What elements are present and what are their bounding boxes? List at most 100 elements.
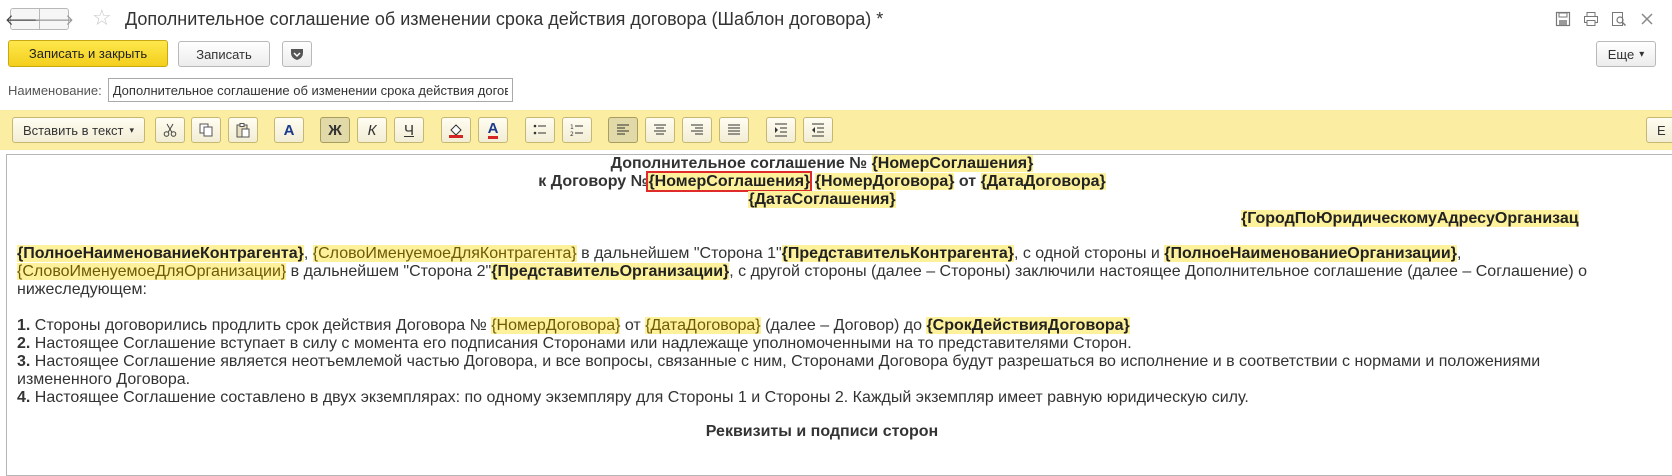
- more-button[interactable]: Еще ▾: [1596, 41, 1656, 67]
- item-1-text-3: (далее – Договор) до: [760, 317, 927, 334]
- field-counterparty-full-name: {ПолноеНаименованиеКонтрагента}: [17, 245, 304, 262]
- align-justify-button[interactable]: [719, 117, 749, 143]
- word-from: от: [954, 173, 981, 190]
- field-organization-full-name: {ПолноеНаименованиеОрганизации}: [1164, 245, 1457, 262]
- paste-button[interactable]: [228, 117, 258, 143]
- bulleted-list-button[interactable]: [525, 117, 555, 143]
- name-label: Наименование:: [8, 82, 102, 98]
- favorite-star-icon[interactable]: ☆: [92, 6, 112, 30]
- insert-into-text-button[interactable]: Вставить в текст ▾: [12, 117, 145, 143]
- bold-icon: Ж: [328, 121, 342, 139]
- font-icon: A: [283, 121, 295, 139]
- paste-icon: [236, 123, 250, 138]
- svg-text:1: 1: [570, 124, 574, 131]
- increase-indent-button[interactable]: [766, 117, 796, 143]
- item-2-text: Настоящее Соглашение вступает в силу с м…: [30, 335, 1132, 352]
- format-toolbar: Вставить в текст ▾ A Ж К Ч A 12 Е: [0, 110, 1672, 150]
- scissors-icon: [163, 123, 177, 137]
- underline-icon: Ч: [404, 121, 414, 139]
- fill-color-icon: [449, 124, 463, 138]
- align-justify-icon: [728, 124, 740, 135]
- align-center-icon: [654, 124, 666, 135]
- field-agreement-date: {ДатаСоглашения}: [748, 191, 896, 208]
- field-contract-date-2: {ДатаДоговора}: [645, 317, 761, 334]
- align-left-button[interactable]: [608, 117, 638, 143]
- cut-button[interactable]: [155, 117, 185, 143]
- field-contract-date: {ДатаДоговора}: [980, 173, 1106, 190]
- heading-line-1: Дополнительное соглашение № {НомерСоглаш…: [17, 155, 1627, 173]
- heading-prefix: Дополнительное соглашение №: [610, 155, 872, 172]
- background-color-button[interactable]: [441, 117, 471, 143]
- preview-icon[interactable]: [1608, 8, 1630, 30]
- italic-icon: К: [367, 121, 377, 139]
- preamble-line-2: {СловоИменуемоеДляОрганизации} в дальней…: [17, 263, 1587, 281]
- heading-line-2: к Договору №{НомерСоглашения} {НомерДого…: [17, 171, 1627, 192]
- signatures-heading: Реквизиты и подписи сторон: [17, 423, 1627, 441]
- outdent-icon: [812, 123, 824, 137]
- item-2: 2. Настоящее Соглашение вступает в силу …: [17, 335, 1132, 353]
- bold-button[interactable]: Ж: [320, 117, 350, 143]
- insert-into-text-label: Вставить в текст: [22, 122, 124, 138]
- align-right-icon: [691, 124, 703, 135]
- field-organization-representative: {ПредставительОрганизации}: [491, 263, 730, 280]
- name-row: Наименование:: [8, 77, 513, 103]
- item-4-text: Настоящее Соглашение составлено в двух э…: [30, 389, 1249, 406]
- field-contract-term: {СрокДействияДоговора}: [926, 317, 1130, 334]
- preamble-text-2: , с одной стороны и: [1013, 245, 1165, 262]
- item-1-text-2: от: [620, 317, 646, 334]
- name-input[interactable]: [107, 78, 513, 102]
- field-contract-number: {НомерДоговора}: [814, 173, 955, 190]
- field-agreement-number-selected: {НомерСоглашения}: [646, 171, 813, 192]
- copy-button[interactable]: [191, 117, 221, 143]
- city-line: {ГородПоЮридическомуАдресуОрганизац: [1241, 210, 1579, 228]
- item-3-continuation: измененного Договора.: [17, 371, 191, 388]
- write-and-close-button[interactable]: Записать и закрыть: [8, 40, 168, 67]
- item-3-text: Настоящее Соглашение является неотъемлем…: [30, 353, 1541, 370]
- more-label: Еще: [1607, 46, 1635, 62]
- chevron-down-icon: ▾: [129, 124, 135, 135]
- numbered-list-button[interactable]: 12: [562, 117, 592, 143]
- forward-button[interactable]: 🡒: [34, 8, 74, 30]
- field-counterparty-word: {СловоИменуемоеДляКонтрагента}: [312, 245, 577, 262]
- signature-button[interactable]: [282, 41, 312, 67]
- text-color-button[interactable]: A: [478, 117, 508, 143]
- underline-button[interactable]: Ч: [394, 117, 424, 143]
- svg-text:2: 2: [570, 131, 574, 138]
- field-agreement-number: {НомерСоглашения}: [871, 155, 1034, 172]
- field-organization-word: {СловоИменуемоеДляОрганизации}: [17, 263, 287, 280]
- item-1-text-1: Стороны договорились продлить срок дейст…: [30, 317, 492, 334]
- window-title: Дополнительное соглашение об изменении с…: [125, 9, 884, 29]
- align-right-button[interactable]: [682, 117, 712, 143]
- preamble-line-1: {ПолноеНаименованиеКонтрагента}, {СловоИ…: [17, 245, 1462, 262]
- indent-icon: [775, 123, 787, 137]
- align-left-icon: [617, 124, 629, 135]
- align-center-button[interactable]: [645, 117, 675, 143]
- print-icon[interactable]: [1580, 8, 1602, 30]
- write-button[interactable]: Записать: [178, 41, 270, 67]
- item-1-number: 1.: [17, 317, 31, 334]
- item-3-number: 3.: [17, 353, 31, 370]
- chevron-down-icon: ▾: [1639, 48, 1645, 60]
- preamble-text-4: , с другой стороны (далее – Стороны) зак…: [729, 263, 1587, 280]
- heading-line-2-prefix: к Договору №: [538, 173, 649, 190]
- field-city: {ГородПоЮридическомуАдресуОрганизац: [1241, 210, 1579, 227]
- numbered-list-icon: 12: [570, 124, 583, 138]
- heading-line-3: {ДатаСоглашения}: [17, 191, 1627, 209]
- toolbar-overflow-button[interactable]: Е: [1646, 117, 1672, 143]
- close-icon[interactable]: [1636, 8, 1658, 30]
- item-3: 3. Настоящее Соглашение является неотъем…: [17, 353, 1540, 371]
- decrease-indent-button[interactable]: [803, 117, 833, 143]
- save-icon[interactable]: [1552, 8, 1574, 30]
- italic-button[interactable]: К: [357, 117, 387, 143]
- field-counterparty-representative: {ПредставительКонтрагента}: [781, 245, 1014, 262]
- item-4: 4. Настоящее Соглашение составлено в дву…: [17, 389, 1249, 407]
- font-button[interactable]: A: [274, 117, 304, 143]
- item-2-number: 2.: [17, 335, 31, 352]
- preamble-text-1: в дальнейшем "Сторона 1": [576, 245, 782, 262]
- bullet-list-icon: [533, 124, 546, 135]
- signatures-heading-text: Реквизиты и подписи сторон: [705, 423, 939, 440]
- shield-check-icon: [291, 49, 303, 60]
- field-contract-number-2: {НомерДоговора}: [491, 317, 621, 334]
- arrow-right-icon: 🡒: [33, 11, 75, 29]
- text-color-icon: A: [487, 119, 499, 139]
